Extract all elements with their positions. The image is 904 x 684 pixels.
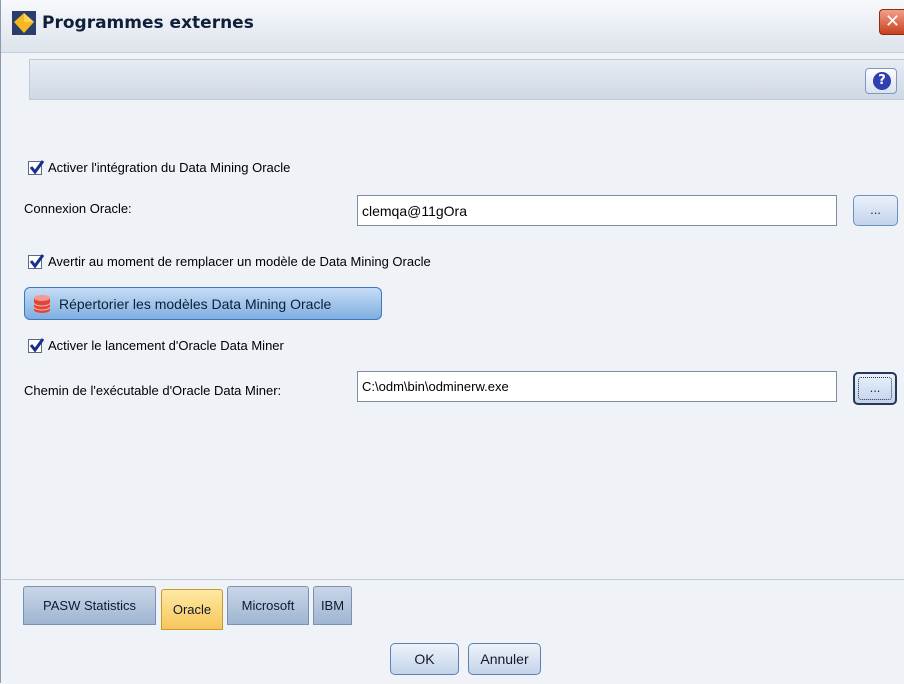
tab-oracle[interactable]: Oracle bbox=[161, 589, 223, 630]
cancel-button[interactable]: Annuler bbox=[468, 643, 541, 675]
tab-pasw-statistics[interactable]: PASW Statistics bbox=[23, 586, 156, 625]
window-title: Programmes externes bbox=[42, 13, 254, 33]
executable-browse-label: ... bbox=[869, 380, 881, 395]
executable-path-label: Chemin de l'exécutable d'Oracle Data Min… bbox=[24, 383, 282, 398]
tab-label: PASW Statistics bbox=[43, 598, 136, 613]
executable-path-row: Chemin de l'exécutable d'Oracle Data Min… bbox=[24, 383, 281, 398]
enable-integration-row[interactable]: Activer l'intégration du Data Mining Ora… bbox=[28, 159, 291, 175]
list-models-button[interactable]: Répertorier les modèles Data Mining Orac… bbox=[24, 287, 382, 320]
tab-label: Microsoft bbox=[241, 598, 295, 613]
enable-integration-checkbox[interactable] bbox=[28, 159, 45, 175]
database-icon bbox=[33, 294, 51, 313]
tab-ibm[interactable]: IBM bbox=[313, 586, 352, 625]
checkmark-icon bbox=[29, 337, 45, 352]
checkmark-icon bbox=[29, 159, 45, 174]
enable-integration-label: Activer l'intégration du Data Mining Ora… bbox=[48, 160, 291, 175]
dialog-window: Programmes externes ✕ ? Activer l'intégr… bbox=[0, 0, 904, 684]
warn-replace-checkbox[interactable] bbox=[28, 253, 45, 269]
help-button[interactable]: ? bbox=[865, 68, 897, 94]
title-bar[interactable]: Programmes externes ✕ bbox=[1, 0, 904, 53]
list-models-label: Répertorier les modèles Data Mining Orac… bbox=[59, 295, 332, 312]
connection-label: Connexion Oracle: bbox=[24, 201, 132, 216]
tab-microsoft[interactable]: Microsoft bbox=[227, 586, 309, 625]
connection-row: Connexion Oracle: bbox=[24, 201, 132, 216]
executable-browse-button[interactable]: ... bbox=[853, 372, 897, 405]
tab-label: IBM bbox=[320, 598, 345, 613]
close-icon: ✕ bbox=[884, 11, 901, 32]
enable-launch-checkbox[interactable] bbox=[28, 337, 45, 353]
executable-path-input[interactable]: C:\odm\bin\odminerw.exe bbox=[357, 371, 837, 402]
warn-replace-label: Avertir au moment de remplacer un modèle… bbox=[48, 254, 431, 269]
checkmark-icon bbox=[29, 253, 45, 268]
enable-launch-row[interactable]: Activer le lancement d'Oracle Data Miner bbox=[28, 337, 284, 353]
ok-button[interactable]: OK bbox=[390, 643, 459, 675]
connection-browse-button[interactable]: ... bbox=[853, 195, 898, 226]
enable-launch-label: Activer le lancement d'Oracle Data Miner bbox=[48, 338, 284, 353]
help-icon: ? bbox=[873, 72, 891, 90]
toolbar bbox=[29, 59, 904, 100]
tab-label: Oracle bbox=[172, 602, 212, 617]
close-button[interactable]: ✕ bbox=[879, 9, 904, 35]
diamond-icon bbox=[12, 11, 36, 35]
connection-input[interactable]: clemqa@11gOra bbox=[357, 195, 837, 226]
warn-replace-row[interactable]: Avertir au moment de remplacer un modèle… bbox=[28, 253, 431, 269]
